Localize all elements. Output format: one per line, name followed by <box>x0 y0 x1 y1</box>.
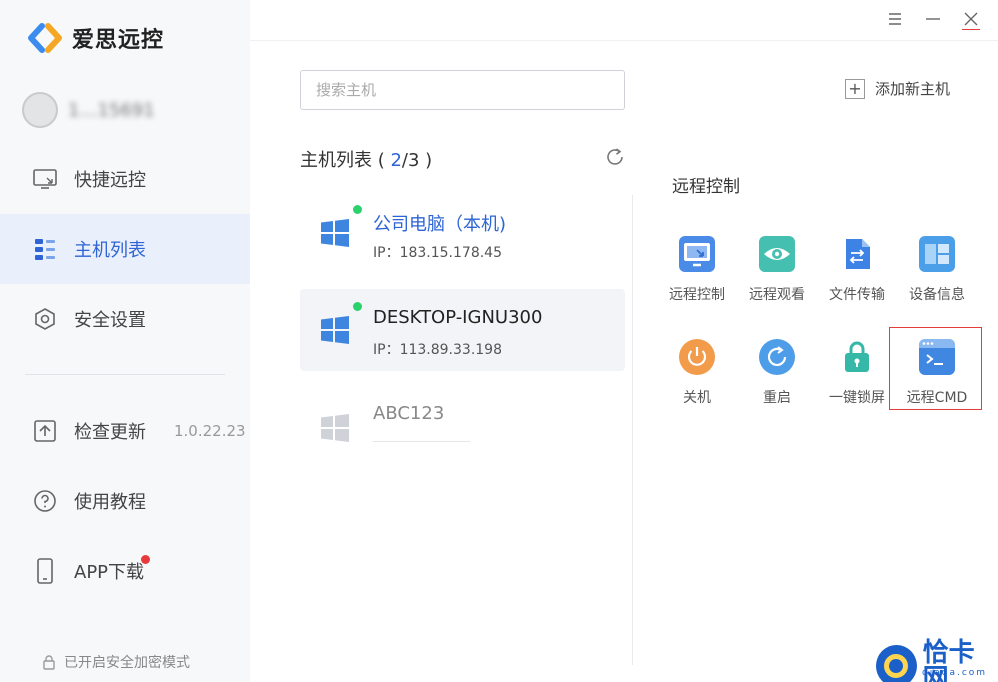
host-list-title: 主机列表 ( 2/3 ) <box>300 146 432 172</box>
add-host-button[interactable]: + 添加新主机 <box>845 78 950 99</box>
sidebar-item-check-update[interactable]: 检查更新 1.0.22.23 <box>0 396 250 466</box>
windows-icon <box>321 414 349 442</box>
menu-icon[interactable] <box>886 8 904 30</box>
column-divider <box>632 195 633 665</box>
plus-icon: + <box>845 78 865 99</box>
add-host-label: 添加新主机 <box>875 80 951 98</box>
host-item[interactable]: ABC123 <box>300 387 625 469</box>
action-label: 一键锁屏 <box>829 390 885 406</box>
action-label: 文件传输 <box>829 287 885 303</box>
eye-icon <box>759 236 795 272</box>
total-count: 3 <box>408 150 420 171</box>
watermark-sub: qiaqa.com <box>922 668 988 678</box>
online-count: 2 <box>390 150 402 171</box>
app-logo-icon <box>28 23 62 53</box>
online-indicator <box>353 302 362 311</box>
secure-mode-status: 已开启安全加密模式 <box>42 652 190 672</box>
windows-icon <box>321 219 349 247</box>
phone-icon <box>32 558 58 584</box>
host-name: ABC123 <box>373 403 445 424</box>
host-item[interactable]: DESKTOP-IGNU300 IP：113.89.33.198 <box>300 289 625 371</box>
sidebar-item-label: 快捷远控 <box>74 170 146 191</box>
monitor-icon <box>32 166 58 192</box>
host-list-title-suffix: ) <box>419 150 433 171</box>
user-info[interactable]: 1…15691 <box>22 92 155 128</box>
lock-screen-button[interactable]: 一键锁屏 <box>817 339 897 407</box>
windows-icon <box>321 316 349 344</box>
sidebar-item-label: 使用教程 <box>74 492 146 513</box>
online-indicator <box>353 205 362 214</box>
divider <box>25 374 225 375</box>
shutdown-button[interactable]: 关机 <box>657 339 737 407</box>
sidebar-item-label: 主机列表 <box>74 240 146 261</box>
power-icon <box>679 339 715 375</box>
notification-badge <box>141 555 150 564</box>
sidebar-item-tutorial[interactable]: 使用教程 <box>0 466 250 536</box>
help-icon <box>32 488 58 514</box>
device-info-icon <box>919 236 955 272</box>
file-transfer-icon <box>839 236 875 272</box>
host-ip: IP：113.89.33.198 <box>373 342 502 358</box>
sidebar: 爱思远控 1…15691 快捷远控 主机列表 安全设置 检查更新 1.0.22.… <box>0 0 250 682</box>
sidebar-item-security[interactable]: 安全设置 <box>0 284 250 354</box>
action-label: 远程观看 <box>749 287 805 303</box>
lock-icon <box>43 655 55 670</box>
app-title: 爱思远控 <box>72 28 165 53</box>
sidebar-item-label: 检查更新 <box>74 422 146 443</box>
action-label: 关机 <box>683 390 711 406</box>
secure-mode-label: 已开启安全加密模式 <box>64 655 190 671</box>
host-ip: IP：183.15.178.45 <box>373 245 502 261</box>
host-item[interactable]: 公司电脑（本机) IP：183.15.178.45 <box>300 192 625 274</box>
remote-view-button[interactable]: 远程观看 <box>737 236 817 304</box>
restart-icon <box>759 339 795 375</box>
upload-icon <box>32 418 58 444</box>
device-info-button[interactable]: 设备信息 <box>897 236 977 304</box>
host-name: 公司电脑（本机) <box>373 214 507 235</box>
avatar[interactable] <box>22 92 58 128</box>
username: 1…15691 <box>68 99 155 121</box>
hexagon-shield-icon <box>32 306 58 332</box>
restart-button[interactable]: 重启 <box>737 339 817 407</box>
remote-control-icon <box>679 236 715 272</box>
remote-panel-title: 远程控制 <box>672 177 740 197</box>
action-label: 重启 <box>763 390 791 406</box>
file-transfer-button[interactable]: 文件传输 <box>817 236 897 304</box>
sidebar-item-label: APP下载 <box>74 562 145 583</box>
host-underline <box>373 441 470 442</box>
watermark-logo-icon <box>876 645 917 682</box>
host-name: DESKTOP-IGNU300 <box>373 307 543 328</box>
action-label: 远程控制 <box>669 287 725 303</box>
action-label: 设备信息 <box>909 287 965 303</box>
version-label: 1.0.22.23 <box>174 422 246 440</box>
watermark: 恰卡网 qiaqa.com <box>876 640 998 682</box>
list-icon <box>32 236 58 262</box>
remote-control-button[interactable]: 远程控制 <box>657 236 737 304</box>
close-icon[interactable] <box>962 8 980 30</box>
sidebar-item-host-list[interactable]: 主机列表 <box>0 214 250 284</box>
search-input[interactable] <box>300 70 625 110</box>
brand: 爱思远控 <box>28 22 164 54</box>
lock-icon <box>839 339 875 375</box>
window-controls <box>886 8 980 30</box>
sidebar-item-app-download[interactable]: APP下载 <box>0 536 250 606</box>
sidebar-item-label: 安全设置 <box>74 310 146 331</box>
minimize-icon[interactable] <box>924 8 942 30</box>
highlight-box <box>889 327 982 410</box>
refresh-icon[interactable] <box>604 146 626 168</box>
sidebar-item-quick-remote[interactable]: 快捷远控 <box>0 144 250 214</box>
host-list-title-prefix: 主机列表 ( <box>300 150 391 171</box>
header-divider <box>250 40 998 41</box>
